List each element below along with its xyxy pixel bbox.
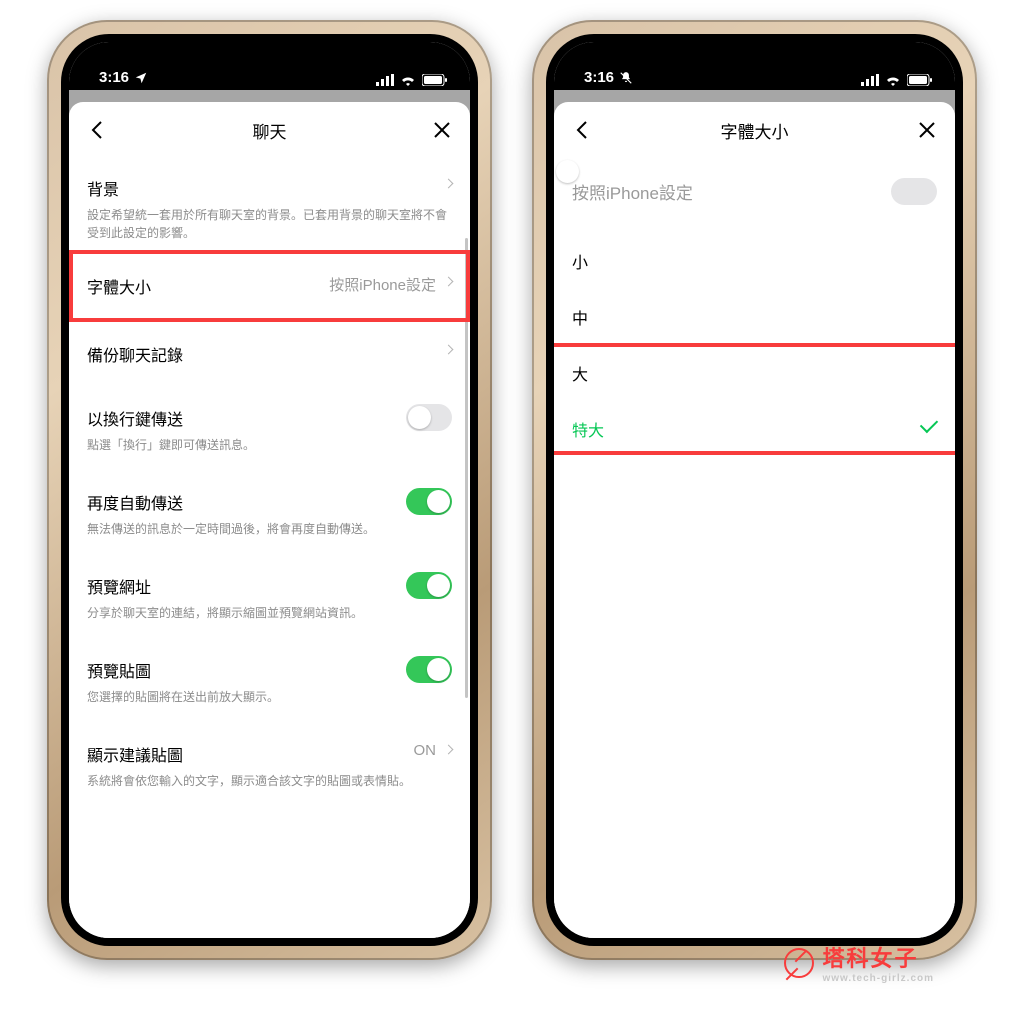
chevron-left-icon bbox=[574, 120, 590, 140]
phone-notch bbox=[190, 34, 350, 64]
row-background-title: 背景 bbox=[87, 176, 452, 200]
settings-content: 背景 設定希望統一套用於所有聊天室的背景。已套用背景的聊天室將不會受到此設定的影… bbox=[69, 158, 470, 938]
phone-notch bbox=[675, 34, 835, 64]
checkmark-icon bbox=[920, 415, 938, 433]
status-indicators bbox=[376, 74, 448, 86]
row-preview-url-title: 預覽網址 bbox=[87, 574, 452, 598]
row-send-enter-title: 以換行鍵傳送 bbox=[87, 406, 452, 430]
row-resend: 再度自動傳送 無法傳送的訊息於一定時間過後，將會再度自動傳送。 bbox=[87, 464, 452, 548]
toggle-send-enter[interactable] bbox=[406, 404, 452, 431]
page-title: 字體大小 bbox=[721, 118, 789, 143]
close-icon bbox=[918, 121, 936, 139]
row-follow-iphone-label: 按照iPhone設定 bbox=[572, 179, 693, 204]
row-font-size-value: 按照iPhone設定 bbox=[329, 274, 436, 295]
chevron-left-icon bbox=[89, 120, 105, 140]
phone-mockup-left: 3:16 聊天 bbox=[47, 20, 492, 960]
option-large-label: 大 bbox=[572, 367, 588, 384]
battery-icon bbox=[422, 74, 448, 86]
toggle-follow-iphone[interactable] bbox=[891, 178, 937, 205]
row-suggest-sticker-value: ON bbox=[414, 742, 437, 759]
row-backup[interactable]: 備份聊天記錄 bbox=[87, 320, 452, 388]
silent-icon bbox=[619, 71, 633, 85]
back-button[interactable] bbox=[73, 102, 121, 158]
row-preview-sticker: 預覽貼圖 您選擇的貼圖將在送出前放大顯示。 bbox=[87, 632, 452, 716]
row-font-size[interactable]: 字體大小 按照iPhone設定 bbox=[87, 252, 452, 320]
settings-sheet: 聊天 背景 設定希望統一套用於所有聊天室的背景。已套用背景的聊天室將不會受到此設… bbox=[69, 102, 470, 938]
close-button[interactable] bbox=[903, 102, 951, 158]
watermark-logo-icon bbox=[784, 948, 814, 978]
back-button[interactable] bbox=[558, 102, 606, 158]
option-medium[interactable]: 中 bbox=[572, 289, 937, 345]
row-suggest-sticker-sub: 系統將會依您輸入的文字，顯示適合該文字的貼圖或表情貼。 bbox=[87, 772, 452, 790]
battery-icon bbox=[907, 74, 933, 86]
row-preview-sticker-sub: 您選擇的貼圖將在送出前放大顯示。 bbox=[87, 688, 452, 706]
row-suggest-sticker-title: 顯示建議貼圖 bbox=[87, 742, 452, 766]
phone-mockup-right: 3:16 字體大小 bbox=[532, 20, 977, 960]
watermark: 塔科女子 www.tech-girlz.com bbox=[784, 941, 934, 984]
row-background[interactable]: 背景 設定希望統一套用於所有聊天室的背景。已套用背景的聊天室將不會受到此設定的影… bbox=[87, 158, 452, 252]
status-time: 3:16 bbox=[584, 69, 614, 86]
page-title: 聊天 bbox=[253, 118, 287, 143]
cellular-icon bbox=[861, 74, 879, 86]
row-suggest-sticker[interactable]: 顯示建議貼圖 ON 系統將會依您輸入的文字，顯示適合該文字的貼圖或表情貼。 bbox=[87, 716, 452, 800]
option-small[interactable]: 小 bbox=[572, 233, 937, 289]
status-time: 3:16 bbox=[99, 69, 129, 86]
nav-header: 字體大小 bbox=[554, 102, 955, 158]
row-preview-url: 預覽網址 分享於聊天室的連結，將顯示縮圖並預覽網站資訊。 bbox=[87, 548, 452, 632]
screen-left: 3:16 聊天 bbox=[69, 42, 470, 938]
row-send-enter: 以換行鍵傳送 點選「換行」鍵即可傳送訊息。 bbox=[87, 388, 452, 464]
row-background-sub: 設定希望統一套用於所有聊天室的背景。已套用背景的聊天室將不會受到此設定的影響。 bbox=[87, 206, 452, 242]
status-indicators bbox=[861, 74, 933, 86]
row-follow-iphone: 按照iPhone設定 bbox=[572, 158, 937, 233]
option-xlarge[interactable]: 特大 bbox=[572, 401, 937, 457]
font-size-sheet: 字體大小 按照iPhone設定 小 中 bbox=[554, 102, 955, 938]
row-send-enter-sub: 點選「換行」鍵即可傳送訊息。 bbox=[87, 436, 452, 454]
option-small-label: 小 bbox=[572, 255, 588, 272]
toggle-preview-url[interactable] bbox=[406, 572, 452, 599]
phone-bezel: 3:16 字體大小 bbox=[546, 34, 963, 946]
row-preview-url-sub: 分享於聊天室的連結，將顯示縮圖並預覽網站資訊。 bbox=[87, 604, 452, 622]
option-xlarge-label: 特大 bbox=[572, 423, 604, 440]
close-icon bbox=[433, 121, 451, 139]
row-resend-title: 再度自動傳送 bbox=[87, 490, 452, 514]
toggle-resend[interactable] bbox=[406, 488, 452, 515]
screen-right: 3:16 字體大小 bbox=[554, 42, 955, 938]
wifi-icon bbox=[885, 74, 901, 86]
scrollbar[interactable] bbox=[465, 238, 468, 698]
wifi-icon bbox=[400, 74, 416, 86]
toggle-preview-sticker[interactable] bbox=[406, 656, 452, 683]
row-backup-title: 備份聊天記錄 bbox=[87, 342, 452, 366]
watermark-sub: www.tech-girlz.com bbox=[822, 973, 934, 984]
row-resend-sub: 無法傳送的訊息於一定時間過後，將會再度自動傳送。 bbox=[87, 520, 452, 538]
watermark-main: 塔科女子 bbox=[822, 941, 934, 973]
font-size-content: 按照iPhone設定 小 中 大 bbox=[554, 158, 955, 938]
option-medium-label: 中 bbox=[572, 311, 588, 328]
nav-header: 聊天 bbox=[69, 102, 470, 158]
location-icon bbox=[134, 71, 148, 85]
close-button[interactable] bbox=[418, 102, 466, 158]
option-large[interactable]: 大 bbox=[572, 345, 937, 401]
row-preview-sticker-title: 預覽貼圖 bbox=[87, 658, 452, 682]
cellular-icon bbox=[376, 74, 394, 86]
phone-bezel: 3:16 聊天 bbox=[61, 34, 478, 946]
